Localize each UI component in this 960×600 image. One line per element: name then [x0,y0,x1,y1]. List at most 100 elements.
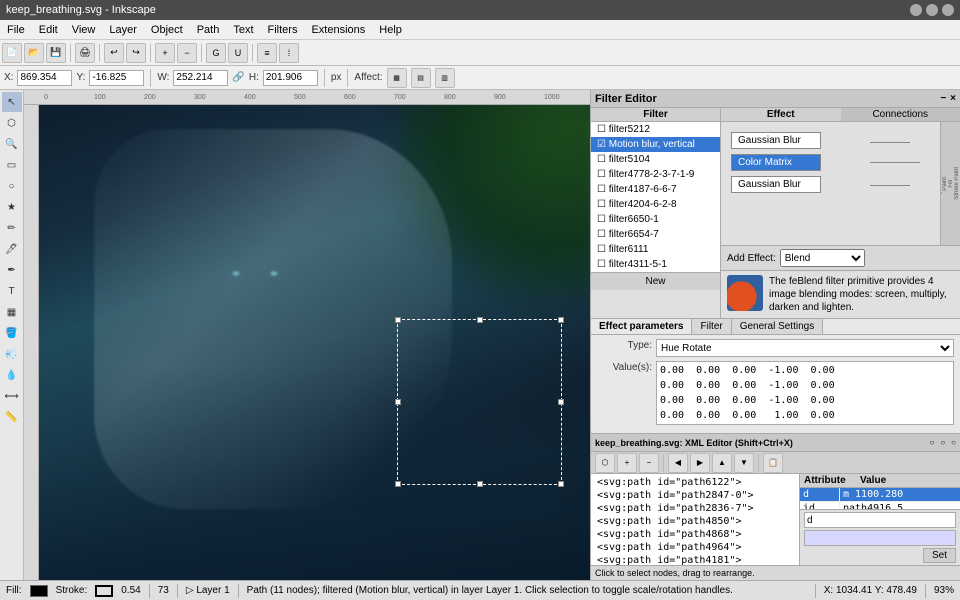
handle-mr[interactable] [558,399,564,405]
xml-attr-val-input[interactable] [804,530,956,546]
open-btn[interactable]: 📂 [24,43,44,63]
xml-btn3[interactable]: − [639,453,659,473]
xml-node-5[interactable]: <svg:path id="path4964"> [593,541,797,554]
menu-layer[interactable]: Layer [102,23,144,37]
xml-node-3[interactable]: <svg:path id="path4850"> [593,515,797,528]
star-tool[interactable]: ★ [2,197,22,217]
xml-btn5[interactable]: ▶ [690,453,710,473]
fe-close-btn[interactable]: × [950,93,956,104]
handle-tr[interactable] [558,317,564,323]
filter-item-3[interactable]: filter4778-2-3-7-1-9 [591,167,720,182]
menu-view[interactable]: View [65,23,103,37]
xml-set-btn[interactable]: Set [923,548,956,563]
spray-tool[interactable]: 💨 [2,344,22,364]
connector-tool[interactable]: ⟷ [2,386,22,406]
measure-tool[interactable]: 📏 [2,407,22,427]
attr-row-d[interactable]: d m 1100.280 [800,488,960,502]
add-effect-select[interactable]: Blend Color Matrix Gaussian Blur Composi… [780,249,865,267]
tab-general-settings[interactable]: General Settings [732,319,824,334]
xml-btn1[interactable]: ⬡ [595,453,615,473]
y-input[interactable] [89,70,144,86]
effect-node-colormatrix[interactable]: Color Matrix [731,154,821,171]
redo-btn[interactable]: ↪ [126,43,146,63]
affect-btn2[interactable]: ▤ [411,68,431,88]
effect-nodes-area[interactable]: Gaussian Blur Color Matrix Gaussian Blur [721,122,940,245]
xml-btn8[interactable]: 📋 [763,453,783,473]
zoom-tool[interactable]: 🔍 [2,134,22,154]
w-input[interactable] [173,70,228,86]
distribute-btn[interactable]: ⁞ [279,43,299,63]
xml-node-0[interactable]: <svg:path id="path6122"> [593,476,797,489]
xml-attr-name-input[interactable] [804,512,956,528]
menu-file[interactable]: File [0,23,32,37]
handle-bl[interactable] [395,481,401,487]
effect-node-gaussblur2[interactable]: Gaussian Blur [731,176,821,193]
handle-bm[interactable] [477,481,483,487]
maximize-button[interactable] [926,4,938,16]
filter-item-4[interactable]: filter4187-6-6-7 [591,182,720,197]
matrix-values[interactable]: 0.00 0.00 0.00 -1.00 0.00 0.00 0.00 0.00… [656,361,954,425]
tab-filter-params[interactable]: Filter [692,319,731,334]
xml-node-4[interactable]: <svg:path id="path4868"> [593,528,797,541]
select-tool[interactable]: ↖ [2,92,22,112]
node-tool[interactable]: ⬡ [2,113,22,133]
affect-btn1[interactable]: ▦ [387,68,407,88]
xml-node-1[interactable]: <svg:path id="path2847-0"> [593,489,797,502]
type-select[interactable]: Hue Rotate Saturate Luminance to Alpha M… [656,339,954,357]
filter-item-2[interactable]: filter5104 [591,152,720,167]
tab-effect-params[interactable]: Effect parameters [591,319,692,334]
filter-item-1[interactable]: Motion blur, vertical [591,137,720,152]
print-btn[interactable]: 🖨 [75,43,95,63]
filter-item-7[interactable]: filter6654-7 [591,227,720,242]
handle-tl[interactable] [395,317,401,323]
xml-attrs-list[interactable]: d m 1100.280 id path4916.5 [800,488,960,509]
canvas-area[interactable]: 0 100 200 300 400 500 600 700 800 900 10… [24,90,590,580]
menu-help[interactable]: Help [372,23,409,37]
filter-item-8[interactable]: filter6111 [591,242,720,257]
menu-path[interactable]: Path [190,23,227,37]
filter-item-0[interactable]: filter5212 [591,122,720,137]
xml-btn4[interactable]: ◀ [668,453,688,473]
filter-item-6[interactable]: filter6650-1 [591,212,720,227]
xml-btn6[interactable]: ▲ [712,453,732,473]
handle-ml[interactable] [395,399,401,405]
menu-object[interactable]: Object [144,23,190,37]
handle-tm[interactable] [477,317,483,323]
ellipse-tool[interactable]: ○ [2,176,22,196]
fe-min-btn[interactable]: − [940,93,946,104]
gradient-tool[interactable]: ▦ [2,302,22,322]
minimize-button[interactable] [910,4,922,16]
zoom-out-btn[interactable]: − [177,43,197,63]
undo-btn[interactable]: ↩ [104,43,124,63]
connections-tab[interactable]: Connections [841,108,960,122]
filter-list[interactable]: filter5212 Motion blur, vertical filter5… [591,122,721,272]
canvas-content[interactable] [39,105,590,580]
pencil-tool[interactable]: ✏ [2,218,22,238]
filter-item-9[interactable]: filter4311-5-1 [591,257,720,272]
effect-tab[interactable]: Effect [721,108,841,122]
align-btn[interactable]: ≡ [257,43,277,63]
handle-br[interactable] [558,481,564,487]
pen-tool[interactable]: 🖊 [2,239,22,259]
menu-extensions[interactable]: Extensions [304,23,372,37]
zoom-in-btn[interactable]: + [155,43,175,63]
xml-node-6[interactable]: <svg:path id="path4181"> [593,554,797,565]
new-btn[interactable]: 📄 [2,43,22,63]
affect-btn3[interactable]: ▥ [435,68,455,88]
filter-new-button[interactable]: New [591,272,720,290]
save-btn[interactable]: 💾 [46,43,66,63]
dropper-tool[interactable]: 💧 [2,365,22,385]
filter-item-5[interactable]: filter4204-6-2-8 [591,197,720,212]
calligraphy-tool[interactable]: ✒ [2,260,22,280]
fill-tool[interactable]: 🪣 [2,323,22,343]
xml-btn2[interactable]: + [617,453,637,473]
xml-btn7[interactable]: ▼ [734,453,754,473]
layer-label[interactable]: ▷ Layer 1 [186,585,230,596]
menu-edit[interactable]: Edit [32,23,65,37]
xml-tree[interactable]: <svg:path id="path6122"> <svg:path id="p… [591,474,800,565]
text-tool[interactable]: T [2,281,22,301]
rect-tool[interactable]: ▭ [2,155,22,175]
group-btn[interactable]: G [206,43,226,63]
close-button[interactable] [942,4,954,16]
menu-text[interactable]: Text [226,23,260,37]
